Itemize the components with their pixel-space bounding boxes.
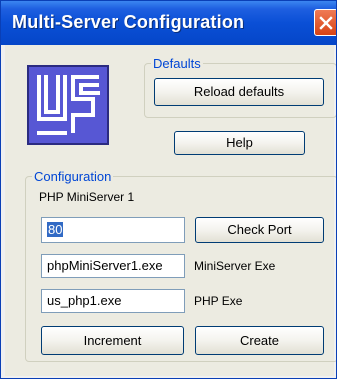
window-title: Multi-Server Configuration — [12, 12, 245, 32]
php-exe-input[interactable]: us_php1.exe — [41, 289, 185, 313]
defaults-legend: Defaults — [153, 56, 201, 71]
configuration-legend: Configuration — [34, 169, 112, 184]
close-button[interactable] — [314, 9, 336, 36]
reload-defaults-button[interactable]: Reload defaults — [154, 78, 324, 106]
port-input[interactable]: 80 — [41, 217, 185, 243]
help-button[interactable]: Help — [174, 131, 305, 155]
create-label: Create — [239, 333, 280, 348]
miniserver-exe-label: MiniServer Exe — [194, 259, 276, 273]
create-button[interactable]: Create — [195, 326, 324, 355]
title-bar[interactable]: Multi-Server Configuration — [1, 1, 336, 45]
miniserver-exe-input[interactable]: phpMiniServer1.exe — [41, 254, 185, 278]
increment-label: Increment — [83, 333, 142, 348]
us-logo-icon — [37, 75, 100, 135]
reload-defaults-label: Reload defaults — [193, 84, 285, 99]
php-exe-value: us_php1.exe — [47, 293, 122, 308]
check-port-button[interactable]: Check Port — [195, 217, 324, 243]
port-value: 80 — [47, 222, 64, 237]
close-icon — [319, 16, 333, 30]
server-name-label: PHP MiniServer 1 — [39, 190, 135, 204]
check-port-label: Check Port — [227, 222, 292, 237]
miniserver-exe-value: phpMiniServer1.exe — [47, 258, 163, 273]
increment-button[interactable]: Increment — [41, 326, 184, 355]
dialog-window: Multi-Server Configuration Defaults Relo… — [0, 0, 337, 379]
help-label: Help — [226, 135, 253, 150]
app-logo — [27, 65, 109, 145]
php-exe-label: PHP Exe — [194, 294, 243, 308]
